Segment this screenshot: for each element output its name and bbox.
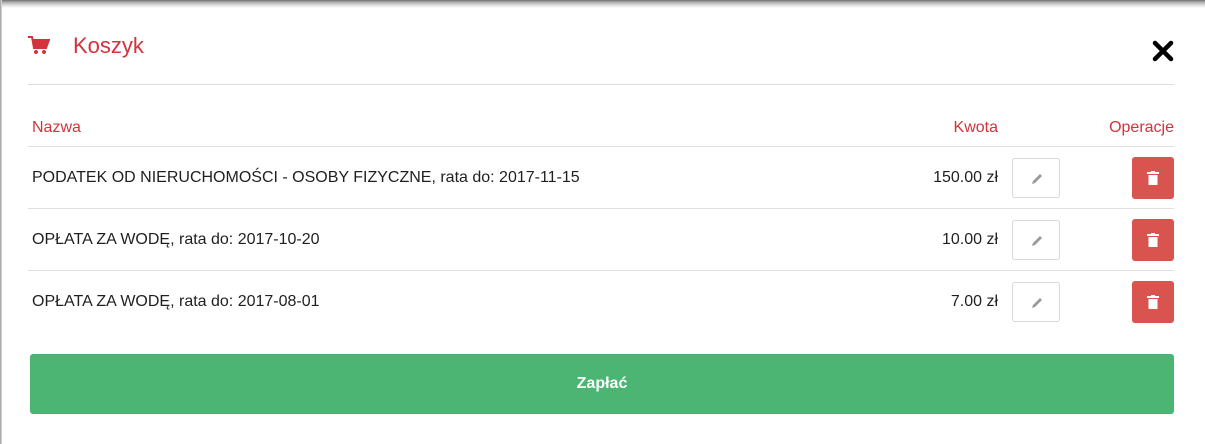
cart-table: Nazwa Kwota Operacje PODATEK OD NIERUCHO… <box>28 110 1174 332</box>
edit-button[interactable] <box>1012 157 1060 198</box>
delete-button[interactable] <box>1132 280 1174 323</box>
column-header-name: Nazwa <box>28 110 891 147</box>
header-divider <box>28 84 1174 85</box>
table-row: OPŁATA ZA WODĘ, rata do: 2017-10-20 10.0… <box>28 208 1174 271</box>
edit-cell <box>998 146 1070 209</box>
close-icon[interactable] <box>1152 40 1174 62</box>
modal-header: Koszyk <box>28 30 1174 82</box>
table-row: PODATEK OD NIERUCHOMOŚCI - OSOBY FIZYCZN… <box>28 146 1174 209</box>
edit-cell <box>998 271 1070 333</box>
edit-button[interactable] <box>1012 281 1060 322</box>
table-header-row: Nazwa Kwota Operacje <box>28 110 1174 147</box>
column-header-edit-spacer <box>998 110 1070 147</box>
column-header-operations: Operacje <box>1070 110 1174 147</box>
delete-button[interactable] <box>1132 156 1174 199</box>
edit-cell <box>998 208 1070 271</box>
page-frame: Koszyk Nazwa Kwota Operacje PODATEK OD N… <box>0 0 1205 444</box>
pencil-icon <box>1032 297 1042 308</box>
edit-button[interactable] <box>1012 219 1060 260</box>
trash-icon <box>1147 294 1159 309</box>
pencil-icon <box>1032 173 1042 184</box>
operations-cell <box>1070 146 1174 209</box>
row-name: OPŁATA ZA WODĘ, rata do: 2017-10-20 <box>28 208 891 271</box>
pencil-icon <box>1032 235 1042 246</box>
row-name: OPŁATA ZA WODĘ, rata do: 2017-08-01 <box>32 292 320 310</box>
operations-cell <box>1070 208 1174 271</box>
delete-button[interactable] <box>1132 218 1174 261</box>
cart-icon <box>28 36 51 56</box>
row-amount: 10.00 zł <box>890 208 998 271</box>
pay-button[interactable]: Zapłać <box>30 354 1174 414</box>
table-row: OPŁATA ZA WODĘ, rata do: 2017-08-01 7.00… <box>28 271 1174 333</box>
trash-icon <box>1147 170 1159 185</box>
row-name: PODATEK OD NIERUCHOMOŚCI - OSOBY FIZYCZN… <box>28 146 891 209</box>
modal-title: Koszyk <box>73 33 144 58</box>
column-header-amount: Kwota <box>890 110 998 147</box>
row-amount: 150.00 zł <box>890 146 998 209</box>
row-amount: 7.00 zł <box>950 292 998 310</box>
cart-modal: Koszyk Nazwa Kwota Operacje PODATEK OD N… <box>0 0 1205 444</box>
operations-cell <box>1070 271 1174 333</box>
trash-icon <box>1147 232 1159 247</box>
